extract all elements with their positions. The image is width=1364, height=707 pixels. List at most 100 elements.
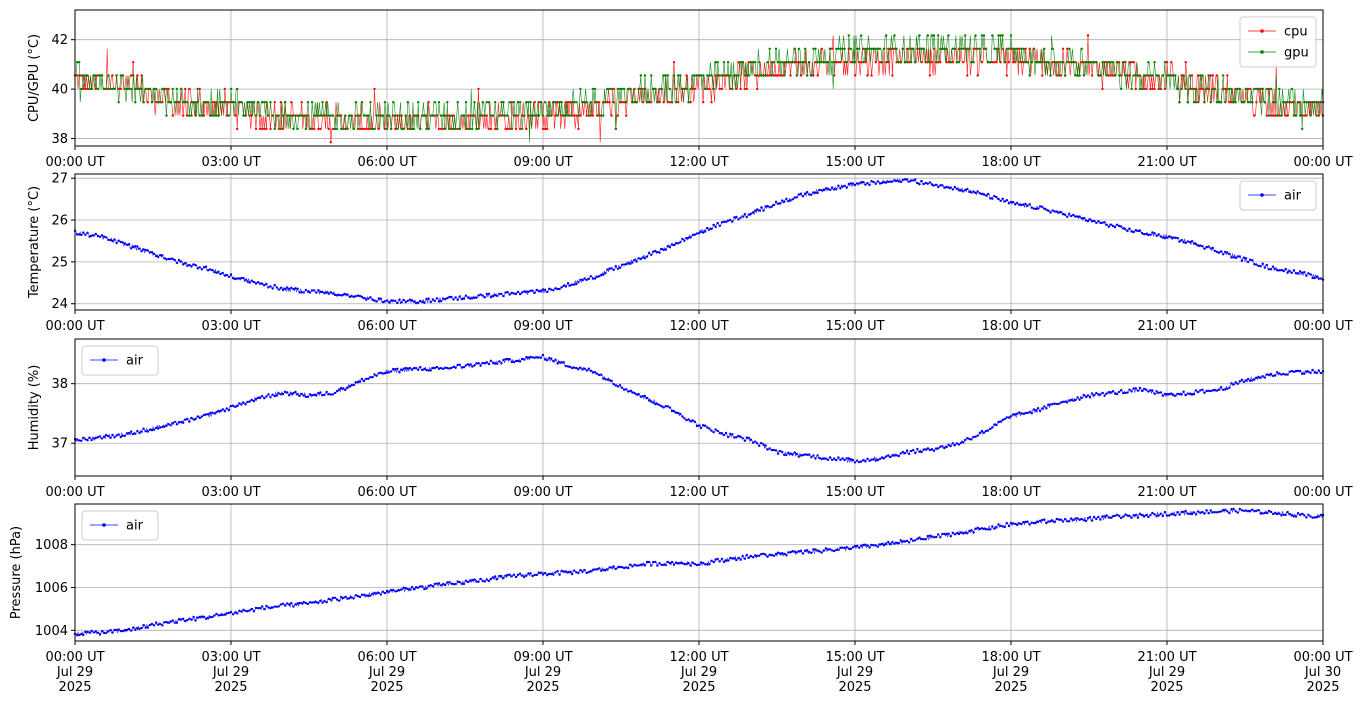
data-point	[1126, 514, 1129, 517]
data-point	[1307, 101, 1310, 104]
data-point	[585, 278, 588, 282]
data-point	[939, 536, 942, 539]
data-point	[543, 288, 547, 291]
data-point	[98, 235, 102, 238]
data-point	[710, 74, 713, 77]
data-point	[1128, 514, 1131, 517]
data-point	[313, 601, 316, 604]
data-point	[614, 567, 617, 571]
data-point	[849, 182, 852, 185]
data-point	[841, 457, 844, 460]
data-point	[1313, 101, 1316, 104]
data-point	[610, 267, 613, 270]
data-point	[1305, 516, 1308, 519]
data-point	[175, 261, 179, 265]
data-point	[581, 570, 584, 574]
data-point	[959, 531, 963, 534]
data-point	[1128, 388, 1131, 391]
data-point	[1028, 523, 1031, 526]
data-point	[880, 61, 884, 64]
data-point	[874, 459, 877, 462]
data-point	[186, 417, 189, 421]
data-point	[1095, 221, 1098, 225]
data-point	[1120, 389, 1123, 392]
data-point	[375, 114, 378, 117]
data-point	[473, 364, 476, 367]
data-point	[905, 61, 909, 64]
data-point	[928, 74, 932, 77]
data-point	[916, 537, 919, 540]
data-point	[310, 601, 314, 604]
data-point	[558, 287, 561, 291]
data-point	[1107, 225, 1111, 228]
data-point	[315, 394, 318, 397]
data-point	[964, 34, 967, 37]
data-point	[1051, 47, 1054, 50]
data-point	[955, 187, 959, 191]
data-point	[980, 527, 984, 530]
data-point	[714, 61, 717, 64]
data-point	[1292, 114, 1296, 117]
data-point	[1246, 510, 1250, 513]
data-point	[333, 596, 337, 599]
data-point	[319, 127, 322, 131]
data-point	[242, 114, 245, 117]
data-point	[489, 359, 493, 362]
data-point	[396, 589, 399, 592]
data-point	[271, 393, 274, 396]
data-point	[412, 300, 416, 303]
data-point	[1313, 276, 1316, 280]
data-point	[502, 101, 505, 104]
data-point	[86, 439, 89, 442]
data-point	[1165, 74, 1169, 77]
data-point	[770, 553, 773, 557]
data-point	[1209, 389, 1212, 393]
panel-4: 10041006100800:00 UTJul 29202503:00 UTJu…	[9, 503, 1353, 695]
data-point	[111, 433, 114, 437]
data-point	[855, 544, 859, 548]
data-point	[362, 127, 366, 131]
data-point	[708, 74, 711, 77]
data-point	[1261, 87, 1264, 91]
data-point	[425, 587, 428, 590]
data-point	[288, 114, 291, 117]
data-point	[1242, 101, 1246, 104]
data-point	[986, 192, 990, 196]
data-point	[496, 362, 499, 365]
data-point	[127, 431, 131, 435]
data-point	[562, 570, 565, 573]
data-point	[1276, 269, 1279, 272]
data-point	[1219, 510, 1223, 513]
data-point	[136, 627, 139, 630]
data-point	[294, 287, 297, 290]
data-point	[383, 101, 387, 104]
data-point	[1005, 199, 1008, 202]
data-point	[277, 114, 280, 117]
data-point	[1099, 518, 1102, 521]
data-point	[720, 74, 724, 77]
data-point	[1009, 415, 1013, 418]
data-point	[242, 608, 245, 611]
data-point	[1201, 510, 1204, 514]
data-point	[1190, 87, 1194, 91]
data-point	[96, 436, 100, 439]
data-point	[997, 197, 1000, 201]
data-point	[627, 566, 630, 570]
data-point	[833, 61, 836, 64]
data-point	[283, 101, 287, 104]
data-point	[1082, 519, 1086, 522]
data-point	[866, 457, 869, 460]
data-point	[799, 549, 803, 552]
data-point	[907, 180, 911, 183]
data-point	[830, 47, 834, 50]
data-point	[570, 101, 574, 104]
data-point	[828, 548, 832, 551]
data-point	[84, 630, 87, 633]
data-point	[912, 448, 915, 452]
data-point	[982, 527, 986, 530]
data-point	[583, 367, 586, 370]
data-point	[406, 587, 409, 591]
data-point	[450, 582, 453, 585]
data-point	[662, 74, 665, 77]
data-point	[1224, 508, 1227, 511]
